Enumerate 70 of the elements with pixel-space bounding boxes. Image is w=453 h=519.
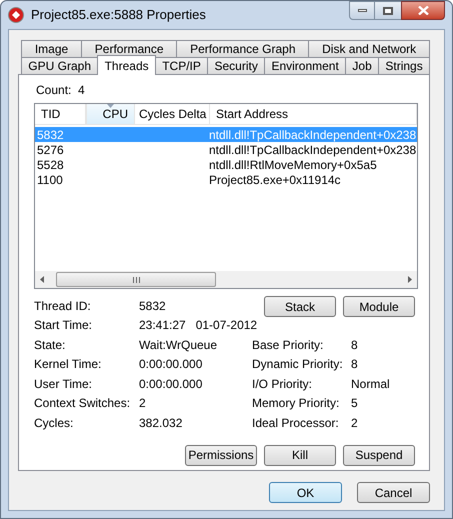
field-value: Wait:WrQueue [139,336,218,354]
tid-cell-text: 1100 [36,172,64,188]
close-icon [418,6,428,15]
column-header[interactable]: Start Address [210,104,417,124]
field-label: Cycles: [34,414,74,432]
field-value: Normal [351,376,390,393]
field-value: 23:41:27 01-07-2012 [139,317,258,334]
window-title: Project85.exe:5888 Properties [31,6,206,24]
tab[interactable]: Security [207,57,266,74]
tab[interactable]: Threads [97,55,156,75]
horizontal-scrollbar[interactable] [35,271,417,288]
field-label: Kernel Time: [34,356,102,374]
field-label: State: [34,336,66,354]
tab[interactable]: Performance [80,40,178,57]
default-button[interactable]: OK [269,482,342,503]
count-value: 4 [78,82,85,99]
field-label: Thread ID: [34,298,92,315]
field-label: Context Switches: [34,395,132,412]
field-label: Dynamic Priority: [252,356,344,374]
tab[interactable]: Disk and Network [308,40,430,57]
push-button[interactable]: Cancel [357,482,430,503]
field-label: I/O Priority: [252,376,314,393]
field-value: 2 [139,395,147,412]
tab[interactable]: Strings [378,57,430,74]
column-header[interactable]: CPU [86,104,135,124]
tid-cell-text: 5276 [36,142,65,158]
start-address-cell-text: Project85.exe+0x11914c [209,172,341,188]
minimize-button[interactable] [349,1,375,20]
field-label: Base Priority: [252,336,324,354]
field-label: User Time: [34,376,94,393]
tid-cell-text: 5528 [36,156,65,174]
tab[interactable]: Performance Graph [176,40,310,57]
push-button[interactable]: Stack [264,296,336,317]
field-value: 5832 [139,298,166,315]
column-header[interactable]: Cycles Delta [135,104,210,124]
field-value: 5 [351,395,358,412]
start-address-cell-text: ntdll.dll!TpCallbackIndependent+0x238 [209,142,416,158]
start-address-cell-text: ntdll.dll!RtlMoveMemory+0x5a5 [209,156,377,174]
field-value: 8 [351,356,358,374]
maximize-button[interactable] [375,1,401,20]
sort-arrow-icon [107,104,114,108]
tab[interactable]: GPU Graph [21,57,98,74]
scroll-right-icon [408,276,412,283]
tab[interactable]: Job [345,57,380,74]
thread-row[interactable]: 1100 Project85.exe+0x11914c [35,172,417,187]
field-value: 0:00:00.000 [139,376,204,393]
close-button[interactable] [401,1,445,20]
field-value: 2 [351,414,358,432]
tab[interactable]: Image [21,40,82,57]
count-label: Count: [36,82,72,99]
start-address-cell-text: ntdll.dll!TpCallbackIndependent+0x238 [209,126,416,144]
field-value: 382.032 [139,414,184,432]
field-label: Memory Priority: [252,395,340,412]
tab[interactable]: Environment [264,57,346,74]
app-icon [8,7,24,23]
scroll-thumb[interactable] [56,272,216,287]
grip-icon [132,276,140,282]
field-value: 0:00:00.000 [139,356,204,374]
tab[interactable]: TCP/IP [154,57,208,74]
field-label: Start Time: [34,317,94,334]
thread-row[interactable]: 5276 ntdll.dll!TpCallbackIndependent+0x238 [35,142,417,157]
tid-cell-text: 5832 [36,126,65,144]
push-button[interactable]: Permissions [185,444,257,466]
thread-row[interactable]: 5528 ntdll.dll!RtlMoveMemory+0x5a5 [35,157,417,172]
push-button[interactable]: Kill [264,444,336,466]
push-button[interactable]: Suspend [343,444,415,466]
field-value: 8 [351,336,358,354]
field-label: Ideal Processor: [252,414,340,432]
push-button[interactable]: Module [343,296,415,317]
scroll-left-icon [40,276,44,283]
